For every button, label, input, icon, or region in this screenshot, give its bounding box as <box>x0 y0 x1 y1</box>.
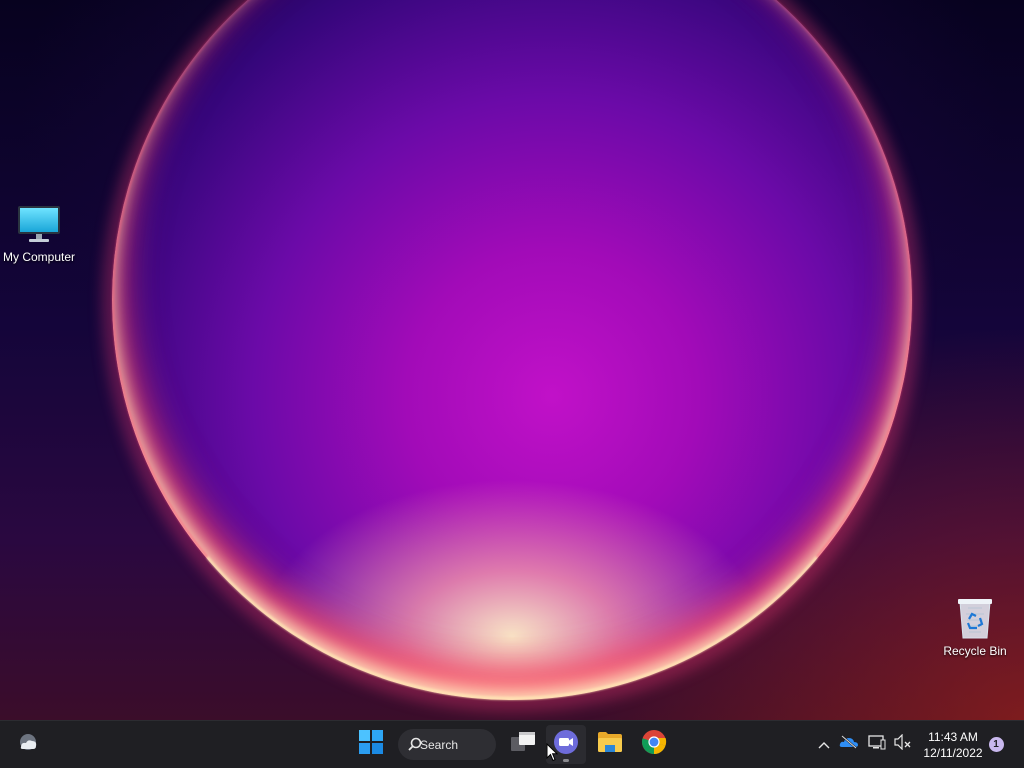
network-icon <box>868 734 886 755</box>
onedrive-icon <box>839 735 859 754</box>
desktop-icon-my-computer[interactable]: My Computer <box>0 198 78 264</box>
search-label: Search <box>420 737 459 752</box>
notification-count-badge: 1 <box>988 737 1004 752</box>
widgets-button[interactable] <box>10 721 46 768</box>
taskbar: Search 11:43 AM 12/11/2022 1 <box>0 720 1024 768</box>
start-button[interactable] <box>354 721 388 768</box>
volume-muted-icon <box>894 733 912 755</box>
desktop: My Computer Recycle Bin <box>0 0 1024 720</box>
running-indicator <box>563 759 569 762</box>
taskbar-search-box[interactable]: Search <box>398 729 496 760</box>
search-icon <box>408 737 422 754</box>
chrome-icon <box>641 729 667 760</box>
windows-logo-icon <box>359 730 383 759</box>
taskbar-app-chrome[interactable] <box>636 721 672 768</box>
notification-center-button[interactable]: 1 <box>986 721 1006 768</box>
clock-button[interactable]: 11:43 AM 12/11/2022 <box>918 721 988 768</box>
onedrive-tray-button[interactable] <box>838 721 860 768</box>
network-tray-button[interactable] <box>866 721 888 768</box>
task-view-icon <box>510 731 536 758</box>
monitor-icon <box>0 198 78 246</box>
desktop-icon-label: Recycle Bin <box>943 644 1007 658</box>
chevron-up-icon <box>818 736 830 754</box>
clock-date: 12/11/2022 <box>923 745 983 760</box>
desktop-icon-label: My Computer <box>2 250 76 264</box>
folder-icon <box>597 731 623 758</box>
mouse-cursor-icon <box>546 742 559 767</box>
taskbar-app-file-explorer[interactable] <box>592 721 628 768</box>
clock-time: 11:43 AM <box>928 729 978 744</box>
recycle-bin-icon <box>936 592 1014 640</box>
task-view-button[interactable] <box>506 721 540 768</box>
desktop-icon-recycle-bin[interactable]: Recycle Bin <box>936 592 1014 658</box>
volume-tray-button[interactable] <box>892 721 914 768</box>
show-hidden-icons-button[interactable] <box>814 721 834 768</box>
weather-icon <box>16 732 40 757</box>
